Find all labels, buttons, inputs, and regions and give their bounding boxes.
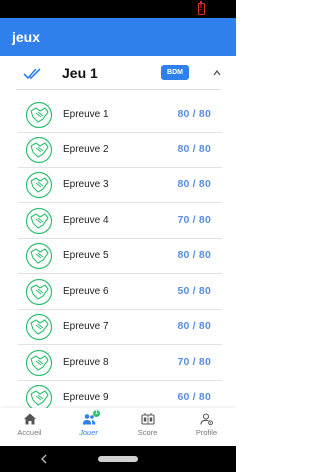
nav-label-score: Score <box>137 428 158 437</box>
epreuve-score: 80 / 80 <box>177 178 211 190</box>
list-item-epreuve-2[interactable]: Epreuve 2 80 / 80 <box>18 133 222 168</box>
nav-label-jouer: Jouer <box>79 428 98 437</box>
epreuve-label: Epreuve 4 <box>63 215 109 226</box>
nav-score[interactable]: Score <box>118 408 177 446</box>
handshake-icon <box>25 101 53 129</box>
epreuve-list[interactable]: Epreuve 1 80 / 80 Epreuve 2 80 / 80 Epre… <box>0 98 236 408</box>
home-icon <box>23 413 36 425</box>
epreuve-label: Epreuve 1 <box>63 109 109 120</box>
double-check-icon <box>23 68 41 80</box>
back-triangle-icon[interactable] <box>40 454 48 464</box>
list-item-epreuve-3[interactable]: Epreuve 3 80 / 80 <box>18 168 222 203</box>
nav-label-accueil: Accueil <box>17 428 42 437</box>
list-item-epreuve-6[interactable]: Epreuve 6 50 / 80 <box>18 275 222 310</box>
handshake-icon <box>25 136 53 164</box>
epreuve-score: 60 / 80 <box>177 391 211 403</box>
handshake-icon <box>25 349 53 377</box>
list-item-epreuve-5[interactable]: Epreuve 5 80 / 80 <box>18 239 222 274</box>
epreuve-score: 70 / 80 <box>177 356 211 368</box>
chevron-up-icon[interactable] <box>213 69 221 77</box>
epreuve-label: Epreuve 3 <box>63 179 109 190</box>
scoreboard-icon <box>140 413 155 425</box>
list-item-epreuve-8[interactable]: Epreuve 8 70 / 80 <box>18 346 222 381</box>
app-bar: jeux <box>0 18 236 56</box>
nav-jouer[interactable]: 1 Jouer <box>59 408 118 446</box>
app-title: jeux <box>12 29 41 45</box>
list-item-epreuve-4[interactable]: Epreuve 4 70 / 80 <box>18 204 222 239</box>
epreuve-label: Epreuve 2 <box>63 144 109 155</box>
game-header[interactable]: Jeu 1 BDM <box>0 56 236 90</box>
list-item-epreuve-7[interactable]: Epreuve 7 80 / 80 <box>18 310 222 345</box>
nav-label-profile: Profile <box>195 428 218 437</box>
game-title: Jeu 1 <box>62 65 98 81</box>
header-divider <box>16 89 220 90</box>
nav-jouer-badge: 1 <box>93 410 100 417</box>
epreuve-score: 50 / 80 <box>177 285 211 297</box>
epreuve-score: 80 / 80 <box>177 108 211 120</box>
epreuve-score: 80 / 80 <box>177 249 211 261</box>
epreuve-label: Epreuve 6 <box>63 286 109 297</box>
epreuve-score: 80 / 80 <box>177 320 211 332</box>
nav-accueil[interactable]: Accueil <box>0 408 59 446</box>
handshake-icon <box>25 384 53 408</box>
bottom-navigation: Accueil 1 Jouer Score Profile <box>0 408 236 446</box>
home-pill[interactable] <box>98 456 138 462</box>
status-bar <box>0 0 236 18</box>
handshake-icon <box>25 242 53 270</box>
epreuve-label: Epreuve 7 <box>63 321 109 332</box>
person-settings-icon <box>199 413 213 426</box>
epreuve-score: 70 / 80 <box>177 214 211 226</box>
handshake-icon <box>25 171 53 199</box>
epreuve-label: Epreuve 9 <box>63 392 109 403</box>
handshake-icon <box>25 313 53 341</box>
system-navigation-bar <box>0 446 236 472</box>
game-badge: BDM <box>161 65 189 80</box>
epreuve-label: Epreuve 8 <box>63 357 109 368</box>
handshake-icon <box>25 207 53 235</box>
nav-profile[interactable]: Profile <box>177 408 236 446</box>
app-screen: jeux Jeu 1 BDM Epreuve 1 80 / 80 Epreuve… <box>0 0 236 472</box>
epreuve-label: Epreuve 5 <box>63 250 109 261</box>
epreuve-score: 80 / 80 <box>177 143 211 155</box>
list-item-epreuve-1[interactable]: Epreuve 1 80 / 80 <box>18 98 222 133</box>
handshake-icon <box>25 278 53 306</box>
list-item-epreuve-9[interactable]: Epreuve 9 60 / 80 <box>18 381 222 408</box>
battery-alert-icon <box>198 1 205 15</box>
